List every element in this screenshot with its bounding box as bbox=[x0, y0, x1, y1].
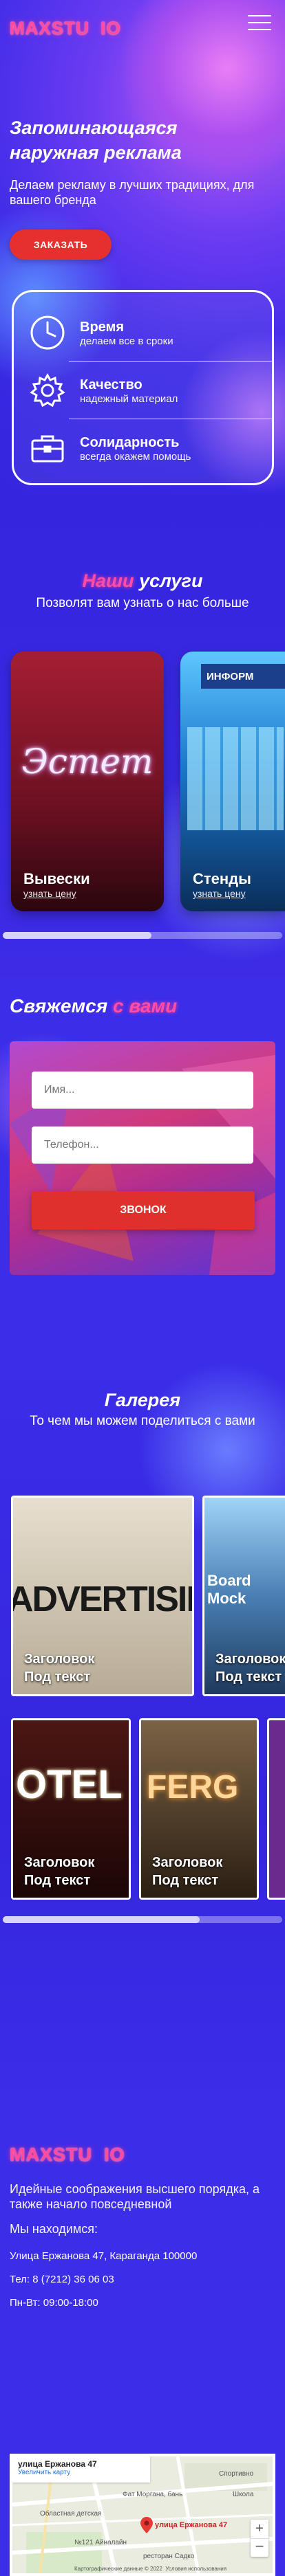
site-header: MAXSTU IO bbox=[0, 0, 285, 48]
order-button[interactable]: ЗАКАЗАТЬ bbox=[10, 230, 112, 260]
footer-phone: Тел: 8 (7212) 36 06 03 bbox=[10, 2274, 114, 2285]
gallery-scrollbar[interactable] bbox=[3, 1916, 282, 1923]
footer-hours: Пн-Вт: 09:00-18:00 bbox=[10, 2297, 98, 2309]
gallery-item[interactable]: ADVERTISING Заголовок Под текст bbox=[11, 1496, 194, 1696]
map-label: ресторан Садко bbox=[143, 2553, 195, 2560]
map-terms-link[interactable]: Условия использования bbox=[165, 2566, 226, 2572]
gallery-subtext: Под текст bbox=[24, 1873, 91, 1888]
gear-icon bbox=[30, 373, 65, 408]
map-place-title: улица Ержанова 47 bbox=[18, 2459, 97, 2469]
gallery-heading: Заголовок bbox=[24, 1855, 95, 1870]
gallery-subtext: Под текст bbox=[24, 1669, 91, 1685]
call-button[interactable]: ЗВОНОК bbox=[32, 1191, 255, 1230]
gallery-subtext: Под текст bbox=[152, 1873, 219, 1888]
art-word: OTEL bbox=[16, 1762, 123, 1807]
map-pin-label: улица Ержанова 47 bbox=[155, 2521, 228, 2529]
gallery-subtitle: То чем мы можем поделиться с вами bbox=[30, 1414, 255, 1428]
feature-solidarity: Солидарность всегда окажем помощь bbox=[29, 423, 260, 474]
services-subtitle: Позволят вам узнать о нас больше bbox=[36, 596, 249, 610]
map-zoom-controls: + − bbox=[251, 2520, 268, 2557]
site-logo[interactable]: MAXSTU IO bbox=[10, 18, 121, 39]
briefcase-icon bbox=[31, 435, 64, 463]
art-word: FERG bbox=[147, 1769, 239, 1806]
hero-title: Запоминающаяся наружная реклама bbox=[10, 118, 182, 163]
footer-logo[interactable]: MAXSTU IO bbox=[10, 2144, 125, 2166]
feature-text: делаем все в сроки bbox=[80, 335, 173, 347]
service-card-signs[interactable]: Эстет Вывески узнать цену bbox=[11, 652, 164, 911]
gallery-heading: Заголовок bbox=[152, 1855, 223, 1870]
features-box: Время делаем все в сроки Качество надежн… bbox=[12, 290, 274, 485]
feature-quality: Качество надежный материал bbox=[29, 365, 260, 416]
feature-text: надежный материал bbox=[80, 392, 178, 405]
clock-icon bbox=[30, 315, 65, 350]
map-label: Школа bbox=[233, 2491, 254, 2498]
stand-panels bbox=[187, 727, 284, 830]
art-word: Board Mock bbox=[207, 1572, 251, 1607]
phone-input[interactable] bbox=[32, 1126, 253, 1164]
map-place-card: улица Ержанова 47 Увеличить карту bbox=[12, 2456, 150, 2483]
gallery-heading: Заголовок bbox=[215, 1652, 285, 1667]
art-word: ADVERTISING bbox=[11, 1579, 192, 1619]
feature-title: Солидарность bbox=[80, 434, 180, 450]
price-link[interactable]: узнать цену bbox=[23, 888, 90, 899]
sign-art: Эстет bbox=[11, 734, 164, 789]
sign-text: Эстет bbox=[21, 742, 154, 781]
zoom-in-button[interactable]: + bbox=[251, 2520, 268, 2538]
scrollbar-thumb[interactable] bbox=[3, 932, 151, 939]
services-title: Наши услуги bbox=[82, 570, 203, 591]
feature-title: Качество bbox=[80, 377, 142, 392]
map-label: Фат Моргана, бань bbox=[123, 2491, 183, 2498]
map-label: №121 Айналайн bbox=[74, 2539, 127, 2546]
zoom-out-button[interactable]: − bbox=[251, 2538, 268, 2557]
map-label: Спортивно bbox=[219, 2470, 254, 2478]
gallery-subtext: Под текст bbox=[215, 1669, 282, 1685]
gallery-item-partial[interactable] bbox=[267, 1718, 285, 1900]
stand-art: ИНФОРМ bbox=[201, 664, 285, 689]
gallery-heading: Заголовок bbox=[24, 1652, 95, 1667]
footer-address: Улица Ержанова 47, Караганда 100000 bbox=[10, 2250, 198, 2262]
gallery-item[interactable]: FERG Заголовок Под текст bbox=[139, 1718, 259, 1900]
divider bbox=[69, 361, 273, 362]
contact-title: Свяжемся с вами bbox=[10, 995, 178, 1017]
services-scrollbar[interactable] bbox=[3, 932, 282, 939]
map-pin-icon bbox=[140, 2517, 153, 2533]
gallery-item[interactable]: Board Mock Заголовок Под текст bbox=[202, 1496, 285, 1696]
stand-text: ИНФОРМ bbox=[207, 671, 254, 682]
map-pin[interactable]: улица Ержанова 47 bbox=[140, 2517, 227, 2533]
footer-located: Мы находимся: bbox=[10, 2222, 98, 2236]
card-title: Стенды bbox=[193, 870, 251, 887]
embedded-map[interactable]: улица Ержанова 47 Увеличить карту Фат Мо… bbox=[10, 2454, 275, 2576]
scrollbar-thumb[interactable] bbox=[3, 1916, 200, 1923]
price-link[interactable]: узнать цену bbox=[193, 888, 251, 899]
contact-form: ЗВОНОК bbox=[10, 1041, 275, 1275]
map-label: Областная детская bbox=[40, 2510, 102, 2518]
map-enlarge-link[interactable]: Увеличить карту bbox=[18, 2469, 145, 2476]
menu-icon[interactable] bbox=[248, 15, 271, 32]
footer-description: Идейные соображения высшего порядка, а т… bbox=[10, 2182, 260, 2211]
name-input[interactable] bbox=[32, 1072, 253, 1109]
gallery-title: Галерея bbox=[104, 1390, 181, 1410]
map-attribution: Картографические данные © 2022 Условия и… bbox=[74, 2566, 227, 2572]
feature-time: Время делаем все в сроки bbox=[29, 307, 260, 358]
card-title: Вывески bbox=[23, 870, 90, 887]
service-card-stands[interactable]: ИНФОРМ Стенды узнать цену bbox=[180, 652, 285, 911]
feature-title: Время bbox=[80, 319, 124, 335]
hero-subtitle: Делаем рекламу в лучших традициях, для в… bbox=[10, 178, 255, 207]
gallery-item[interactable]: OTEL Заголовок Под текст bbox=[11, 1718, 131, 1900]
feature-text: всегда окажем помощь bbox=[80, 450, 191, 463]
